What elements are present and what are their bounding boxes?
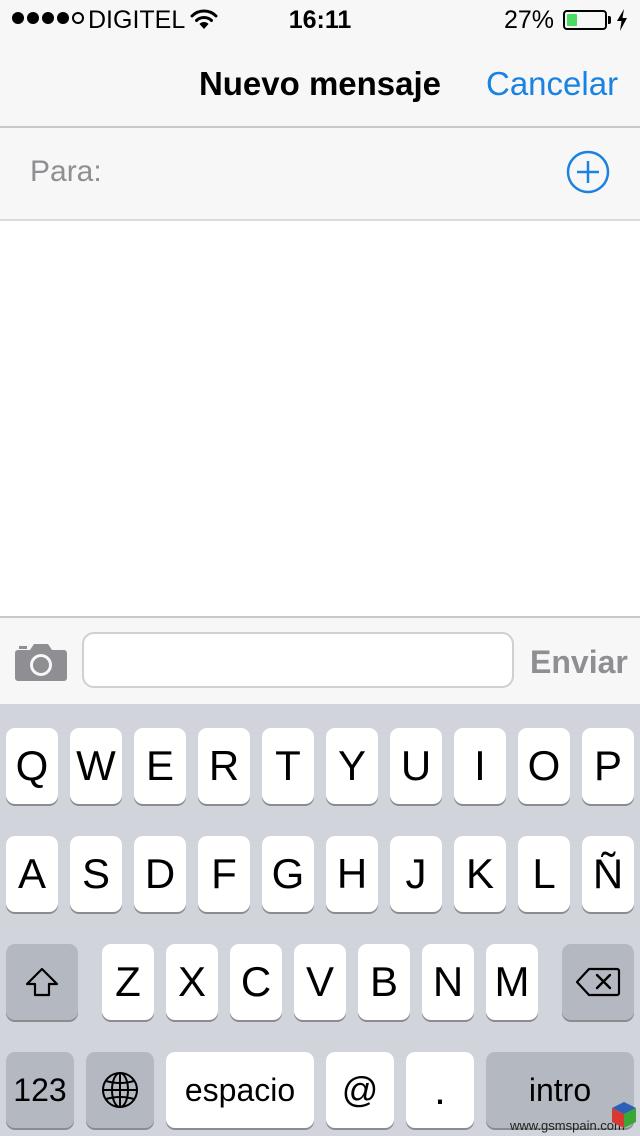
globe-key[interactable] [86,1052,154,1128]
watermark-text: www.gsmspain.com [510,1118,625,1133]
key-m[interactable]: M [486,944,538,1020]
key-c[interactable]: C [230,944,282,1020]
message-thread-area [0,221,640,616]
key-v[interactable]: V [294,944,346,1020]
shift-icon [25,967,59,997]
space-key[interactable]: espacio [166,1052,314,1128]
recipient-label: Para: [30,155,102,188]
key-l[interactable]: L [518,836,570,912]
delete-key[interactable] [562,944,634,1020]
globe-icon [102,1072,138,1108]
key-k[interactable]: K [454,836,506,912]
status-bar: DIGITEL 16:11 27% [0,0,640,40]
key-o[interactable]: O [518,728,570,804]
key-t[interactable]: T [262,728,314,804]
key-a[interactable]: A [6,836,58,912]
key-d[interactable]: D [134,836,186,912]
shift-key[interactable] [6,944,78,1020]
gsmspain-logo-icon [612,1102,636,1128]
key-i[interactable]: I [454,728,506,804]
plus-circle-icon[interactable] [566,150,610,194]
delete-icon [575,967,621,997]
key-s[interactable]: S [70,836,122,912]
battery-terminal [608,16,611,24]
key-j[interactable]: J [390,836,442,912]
bolt-icon [617,9,627,31]
key-b[interactable]: B [358,944,410,1020]
key-n[interactable]: N [422,944,474,1020]
recipient-field[interactable]: Para: [0,128,640,221]
battery-percentage: 27% [504,6,555,34]
keyboard: Q W E R T Y U I O P A S D F G H J K L Ñ … [0,704,640,1136]
dot-key[interactable]: . [406,1052,474,1128]
key-x[interactable]: X [166,944,218,1020]
message-input[interactable] [82,632,514,688]
key-r[interactable]: R [198,728,250,804]
key-u[interactable]: U [390,728,442,804]
key-f[interactable]: F [198,836,250,912]
key-g[interactable]: G [262,836,314,912]
key-z[interactable]: Z [102,944,154,1020]
key-h[interactable]: H [326,836,378,912]
key-p[interactable]: P [582,728,634,804]
key-y[interactable]: Y [326,728,378,804]
numbers-key[interactable]: 123 [6,1052,74,1128]
cancel-button[interactable]: Cancelar [486,64,618,104]
key-enye[interactable]: Ñ [582,836,634,912]
camera-icon[interactable] [14,642,68,682]
send-button[interactable]: Enviar [530,642,628,682]
battery-icon [563,10,607,30]
compose-bar: Enviar [0,616,640,704]
page-title: Nuevo mensaje [198,65,442,102]
key-w[interactable]: W [70,728,122,804]
at-key[interactable]: @ [326,1052,394,1128]
key-q[interactable]: Q [6,728,58,804]
key-e[interactable]: E [134,728,186,804]
battery-level-fill [567,14,577,26]
